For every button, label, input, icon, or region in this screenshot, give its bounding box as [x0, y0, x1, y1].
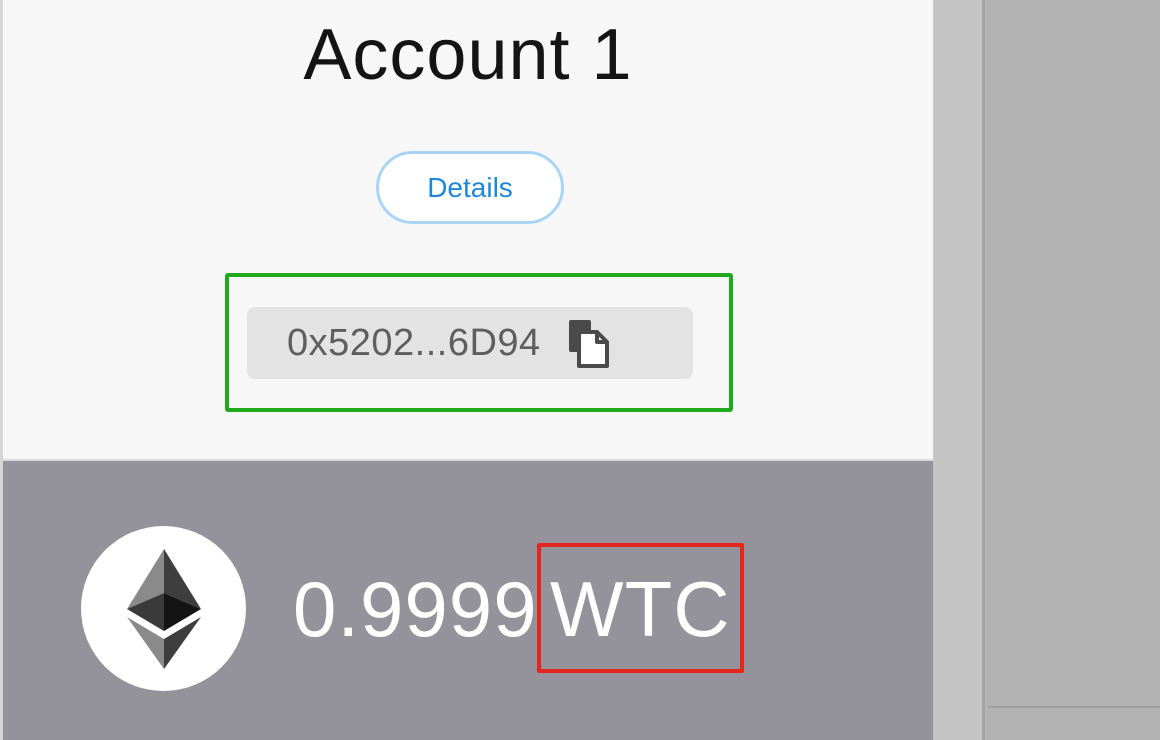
ethereum-icon [126, 548, 201, 669]
token-avatar [81, 526, 246, 691]
balance-section: 0.9999 WTC [3, 459, 933, 740]
background-area [988, 0, 1160, 740]
scrollbar-track[interactable] [933, 0, 985, 740]
account-name: Account 1 [303, 15, 633, 95]
account-address-chip[interactable]: 0x5202...6D94 [247, 307, 693, 379]
details-button[interactable]: Details [376, 151, 564, 224]
copy-icon[interactable] [567, 318, 613, 368]
balance-amount: 0.9999 [293, 565, 538, 653]
divider [988, 706, 1160, 708]
symbol-highlight-box [537, 543, 744, 673]
wallet-screen: Account 1 Details 0x5202...6D94 0.9999 W… [0, 0, 1160, 740]
account-address: 0x5202...6D94 [287, 321, 541, 364]
